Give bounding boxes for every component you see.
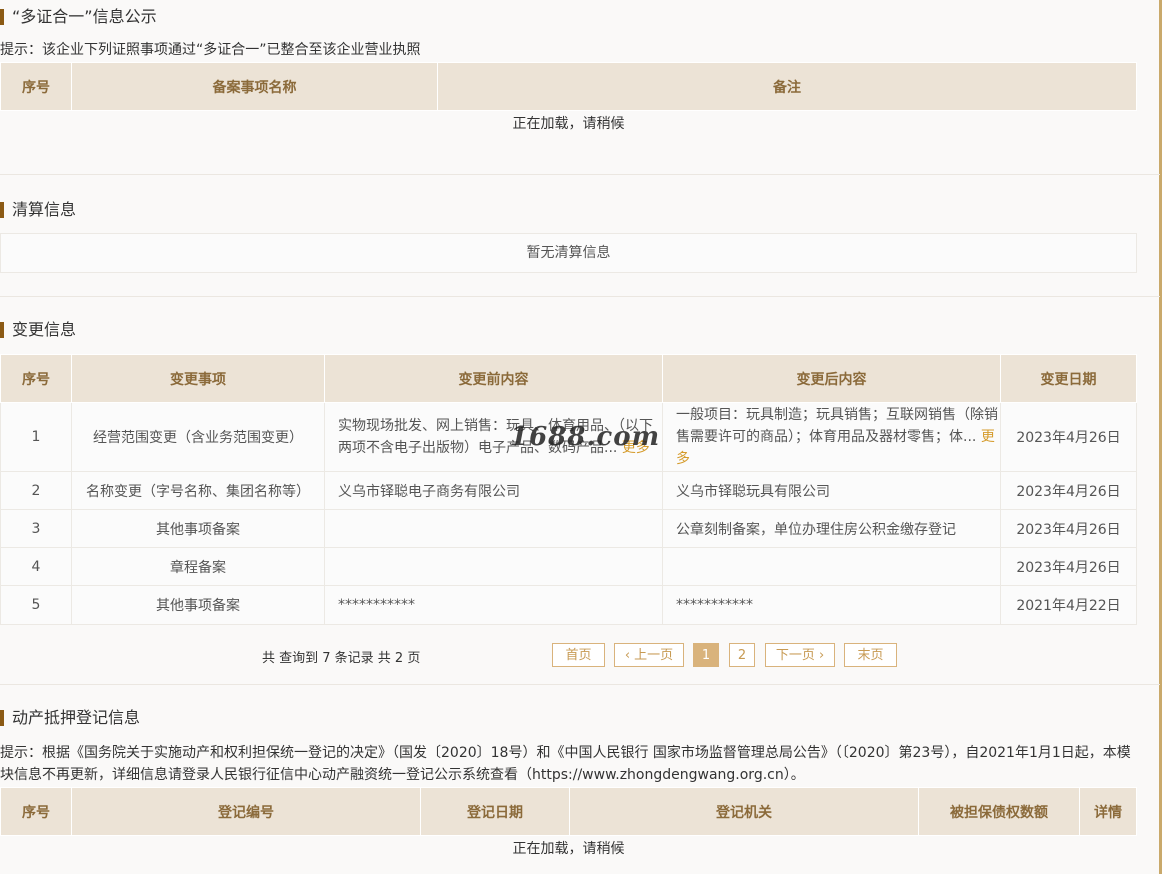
changes-table: 序号 变更事项 变更前内容 变更后内容 变更日期 1 经营范围变更（含业务范围变… (0, 354, 1137, 625)
watermark-logo: 1688.com (510, 422, 661, 452)
cell-after (662, 547, 1001, 586)
cell-change-item: 经营范围变更（含业务范围变更） (71, 402, 325, 472)
chevron-right-icon: › (818, 648, 825, 663)
multi-cert-loading: 正在加载，请稍候 (512, 116, 625, 132)
pager-prev-label: 上一页 (634, 648, 674, 663)
cell-after: *********** (662, 585, 1001, 625)
col-header-reg-authority: 登记机关 (569, 787, 919, 836)
col-header-no: 序号 (0, 354, 72, 403)
cell-change-item: 名称变更（字号名称、集团名称等） (71, 471, 325, 510)
pager-page-2[interactable]: 2 (729, 643, 755, 667)
cell-change-date: 2023年4月26日 (1000, 509, 1137, 548)
col-header-filing-name: 备案事项名称 (71, 62, 438, 111)
multi-cert-tip: 提示：该企业下列证照事项通过“多证合一”已整合至该企业营业执照 (0, 42, 421, 58)
pager-summary: 共 查询到 7 条记录 共 2 页 (262, 651, 421, 666)
pager-prev-button[interactable]: ‹ 上一页 (614, 643, 684, 667)
section-title-changes: 变更信息 (0, 319, 76, 341)
section-divider (0, 174, 1160, 175)
cell-after-text: 一般项目：玩具制造；玩具销售；互联网销售（除销售需要许可的商品）；体育用品及器材… (676, 407, 998, 445)
cell-before: 义乌市铎聪电子商务有限公司 (324, 471, 663, 510)
col-header-remark: 备注 (437, 62, 1137, 111)
pager-next-label: 下一页 (775, 648, 815, 663)
cell-no: 3 (0, 509, 72, 548)
pledge-table: 序号 登记编号 登记日期 登记机关 被担保债权数额 详情 (0, 787, 1137, 836)
cell-change-item: 章程备案 (71, 547, 325, 586)
cell-no: 4 (0, 547, 72, 586)
col-header-before: 变更前内容 (324, 354, 663, 403)
section-title-multi-cert: “多证合一”信息公示 (0, 6, 157, 28)
section-divider (0, 296, 1160, 297)
cell-before (324, 509, 663, 548)
pager-first-button[interactable]: 首页 (552, 643, 605, 667)
cell-change-item: 其他事项备案 (71, 585, 325, 625)
col-header-no: 序号 (0, 787, 72, 836)
chevron-left-icon: ‹ (624, 648, 631, 663)
section-title-liquidation: 清算信息 (0, 199, 76, 221)
cell-after: 公章刻制备案，单位办理住房公积金缴存登记 (662, 509, 1001, 548)
pledge-loading: 正在加载，请稍候 (512, 841, 625, 857)
col-header-reg-number: 登记编号 (71, 787, 421, 836)
col-header-reg-date: 登记日期 (420, 787, 570, 836)
cell-change-date: 2023年4月26日 (1000, 402, 1137, 472)
multi-cert-table: 序号 备案事项名称 备注 (0, 62, 1137, 111)
section-divider (0, 684, 1160, 685)
table-row: 5 其他事项备案 *********** *********** 2021年4月… (0, 585, 1137, 625)
table-row: 2 名称变更（字号名称、集团名称等） 义乌市铎聪电子商务有限公司 义乌市铎聪玩具… (0, 471, 1137, 510)
pager-last-button[interactable]: 末页 (844, 643, 897, 667)
liquidation-empty-message: 暂无清算信息 (0, 233, 1137, 273)
col-header-no: 序号 (0, 62, 72, 111)
pledge-tip: 提示：根据《国务院关于实施动产和权利担保统一登记的决定》（国发〔2020〕18号… (0, 745, 1131, 783)
pager-next-button[interactable]: 下一页 › (765, 643, 835, 667)
col-header-after: 变更后内容 (662, 354, 1001, 403)
cell-change-date: 2023年4月26日 (1000, 547, 1137, 586)
cell-change-date: 2023年4月26日 (1000, 471, 1137, 510)
cell-before (324, 547, 663, 586)
section-title-pledge: 动产抵押登记信息 (0, 707, 140, 729)
cell-after: 义乌市铎聪玩具有限公司 (662, 471, 1001, 510)
cell-change-item: 其他事项备案 (71, 509, 325, 548)
col-header-secured-amount: 被担保债权数额 (918, 787, 1080, 836)
cell-change-date: 2021年4月22日 (1000, 585, 1137, 625)
cell-no: 1 (0, 402, 72, 472)
col-header-details: 详情 (1079, 787, 1137, 836)
cell-before: *********** (324, 585, 663, 625)
cell-no: 2 (0, 471, 72, 510)
pager-page-1[interactable]: 1 (693, 643, 719, 667)
cell-after: 一般项目：玩具制造；玩具销售；互联网销售（除销售需要许可的商品）；体育用品及器材… (662, 402, 1001, 472)
table-row: 4 章程备案 2023年4月26日 (0, 547, 1137, 586)
col-header-change-item: 变更事项 (71, 354, 325, 403)
col-header-change-date: 变更日期 (1000, 354, 1137, 403)
cell-no: 5 (0, 585, 72, 625)
table-row: 3 其他事项备案 公章刻制备案，单位办理住房公积金缴存登记 2023年4月26日 (0, 509, 1137, 548)
